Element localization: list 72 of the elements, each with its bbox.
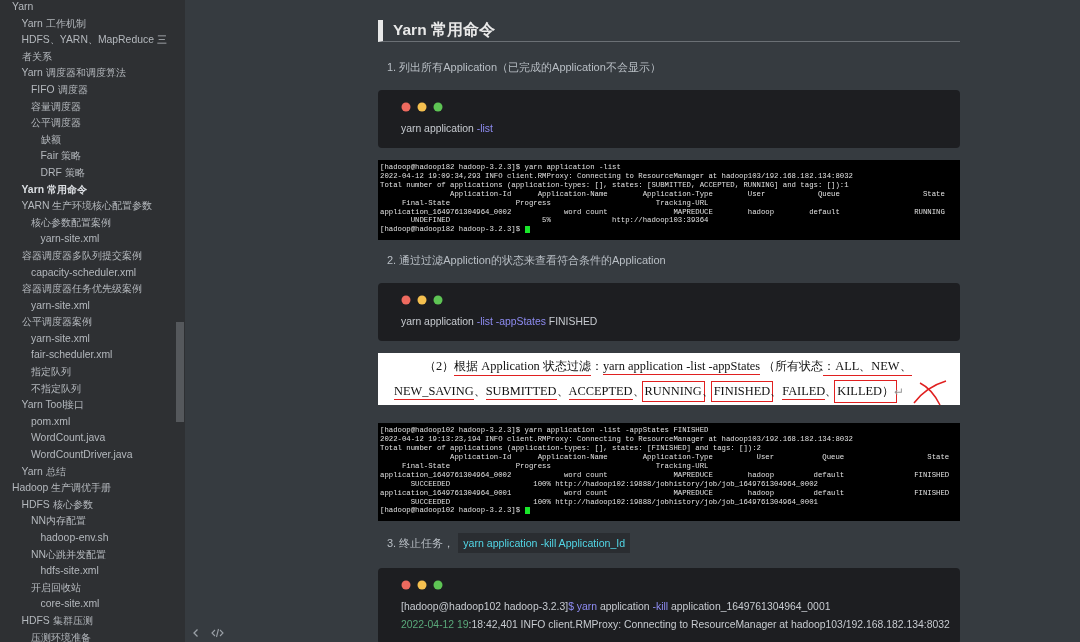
- code-line: yarn application -list: [401, 122, 493, 136]
- list-item-text: 1. 列出所有Application（已完成的Application不会显示）: [387, 60, 661, 75]
- window-dots-icon: [401, 580, 443, 591]
- document-text: ：: [590, 358, 603, 376]
- outline-item[interactable]: capacity-scheduler.xml: [0, 264, 167, 282]
- outline-item[interactable]: 缺额: [0, 131, 167, 149]
- document-text: NEW_SAVING: [394, 383, 474, 400]
- outline-item[interactable]: HDFS、YARN、MapReduce 三者关系: [0, 32, 167, 66]
- section-heading: Yarn 常用命令: [378, 20, 960, 42]
- document-text: 、: [632, 383, 645, 401]
- outline-item[interactable]: core-site.xml: [0, 596, 167, 613]
- document-text: ：ALL、NEW、: [823, 357, 912, 376]
- outline-item[interactable]: hdfs-site.xml: [0, 563, 167, 580]
- document-text: KILLED）: [837, 383, 895, 401]
- outline-item[interactable]: pom.xml: [0, 413, 167, 431]
- outline-item[interactable]: hadoop-env.sh: [0, 530, 167, 547]
- code-line: 2022-04-12 19:18:42,401 INFO client.RMProxy: Connecting to ResourceManager at hadoop103/192.168.182.134:8032: [401, 618, 950, 633]
- outline-item[interactable]: yarn-site.xml: [0, 297, 167, 315]
- source-code-icon[interactable]: [211, 628, 224, 638]
- outline-item[interactable]: YARN 生产环境核心配置参数: [0, 198, 167, 215]
- outline-item[interactable]: Yarn 工作机制: [0, 15, 167, 33]
- outline-item[interactable]: NN内存配置: [0, 513, 167, 530]
- list-item-text: 2. 通过过滤Appliction的状态来查看符合条件的Application: [387, 253, 666, 269]
- document-text: 、: [770, 383, 783, 401]
- document-text: 、: [701, 383, 714, 401]
- outline-item[interactable]: fair-scheduler.xml: [0, 347, 167, 365]
- outline-item[interactable]: Yarn: [0, 0, 167, 16]
- outline-item[interactable]: FIFO 调度器: [0, 81, 167, 99]
- outline-item[interactable]: WordCountDriver.java: [0, 447, 167, 464]
- outline-item[interactable]: 指定队列: [0, 364, 167, 381]
- scrollbar-thumb[interactable]: [176, 322, 184, 422]
- document-text: ACCEPTED: [568, 383, 633, 400]
- outline-item[interactable]: Yarn 总结: [0, 463, 167, 481]
- outline-item[interactable]: NN心跳并发配置: [0, 546, 167, 564]
- outline-item[interactable]: 容量调度器: [0, 98, 167, 116]
- list-item-text: 3. 终止任务，: [387, 536, 455, 552]
- document-text: 、: [825, 383, 838, 401]
- outline-item[interactable]: 容器调度器多队列提交案例: [0, 247, 167, 265]
- document-text: FAILED: [782, 383, 826, 400]
- outline-item[interactable]: Fair 策略: [0, 148, 167, 165]
- outline-item[interactable]: WordCount.java: [0, 430, 167, 448]
- outline-item[interactable]: Yarn 常用命令: [0, 181, 167, 199]
- document-text: 根据 Application 状态过滤: [454, 357, 591, 376]
- outline-item[interactable]: HDFS 集群压测: [0, 612, 167, 630]
- document-text: 、: [556, 383, 569, 401]
- code-line: yarn application -list -appStates FINISHED: [401, 315, 598, 330]
- document-text: （所有状态: [762, 358, 824, 376]
- outline-item[interactable]: yarn-site.xml: [0, 231, 167, 248]
- window-dots-icon: [401, 102, 443, 112]
- inline-code: yarn application -kill Application_Id: [458, 533, 631, 554]
- window-dots-icon: [401, 295, 443, 306]
- outline-item[interactable]: 压测环境准备: [0, 629, 167, 642]
- document-text: （2）: [424, 358, 455, 376]
- outline-item[interactable]: 核心参数配置案例: [0, 214, 167, 232]
- document-text: FINISHED: [713, 384, 771, 400]
- outline-item[interactable]: 不指定队列: [0, 380, 167, 398]
- document-text: SUBMITTED: [485, 383, 557, 400]
- document-text: 、: [473, 383, 486, 401]
- outline-item[interactable]: Yarn Tool接口: [0, 397, 167, 414]
- outline-item[interactable]: 公平调度器案例: [0, 314, 167, 331]
- outline-item[interactable]: 开启回收站: [0, 579, 167, 597]
- outline-item[interactable]: 容器调度器任务优先级案例: [0, 281, 167, 298]
- outline-item[interactable]: Hadoop 生产调优手册: [0, 480, 167, 497]
- outline-item[interactable]: HDFS 核心参数: [0, 496, 167, 514]
- outline-item[interactable]: DRF 策略: [0, 164, 167, 182]
- code-line: [hadoop@hadoop102 hadoop-3.2.3]$ yarn application -kill application_1649761304964_0001: [401, 600, 831, 615]
- chevron-left-icon[interactable]: [191, 628, 201, 638]
- outline-item[interactable]: yarn-site.xml: [0, 330, 167, 348]
- document-text: RUNNING: [644, 384, 702, 400]
- document-text: yarn application -list -appStates: [602, 358, 761, 375]
- outline-item[interactable]: 公平调度器: [0, 115, 167, 132]
- outline-item[interactable]: Yarn 调度器和调度算法: [0, 65, 167, 82]
